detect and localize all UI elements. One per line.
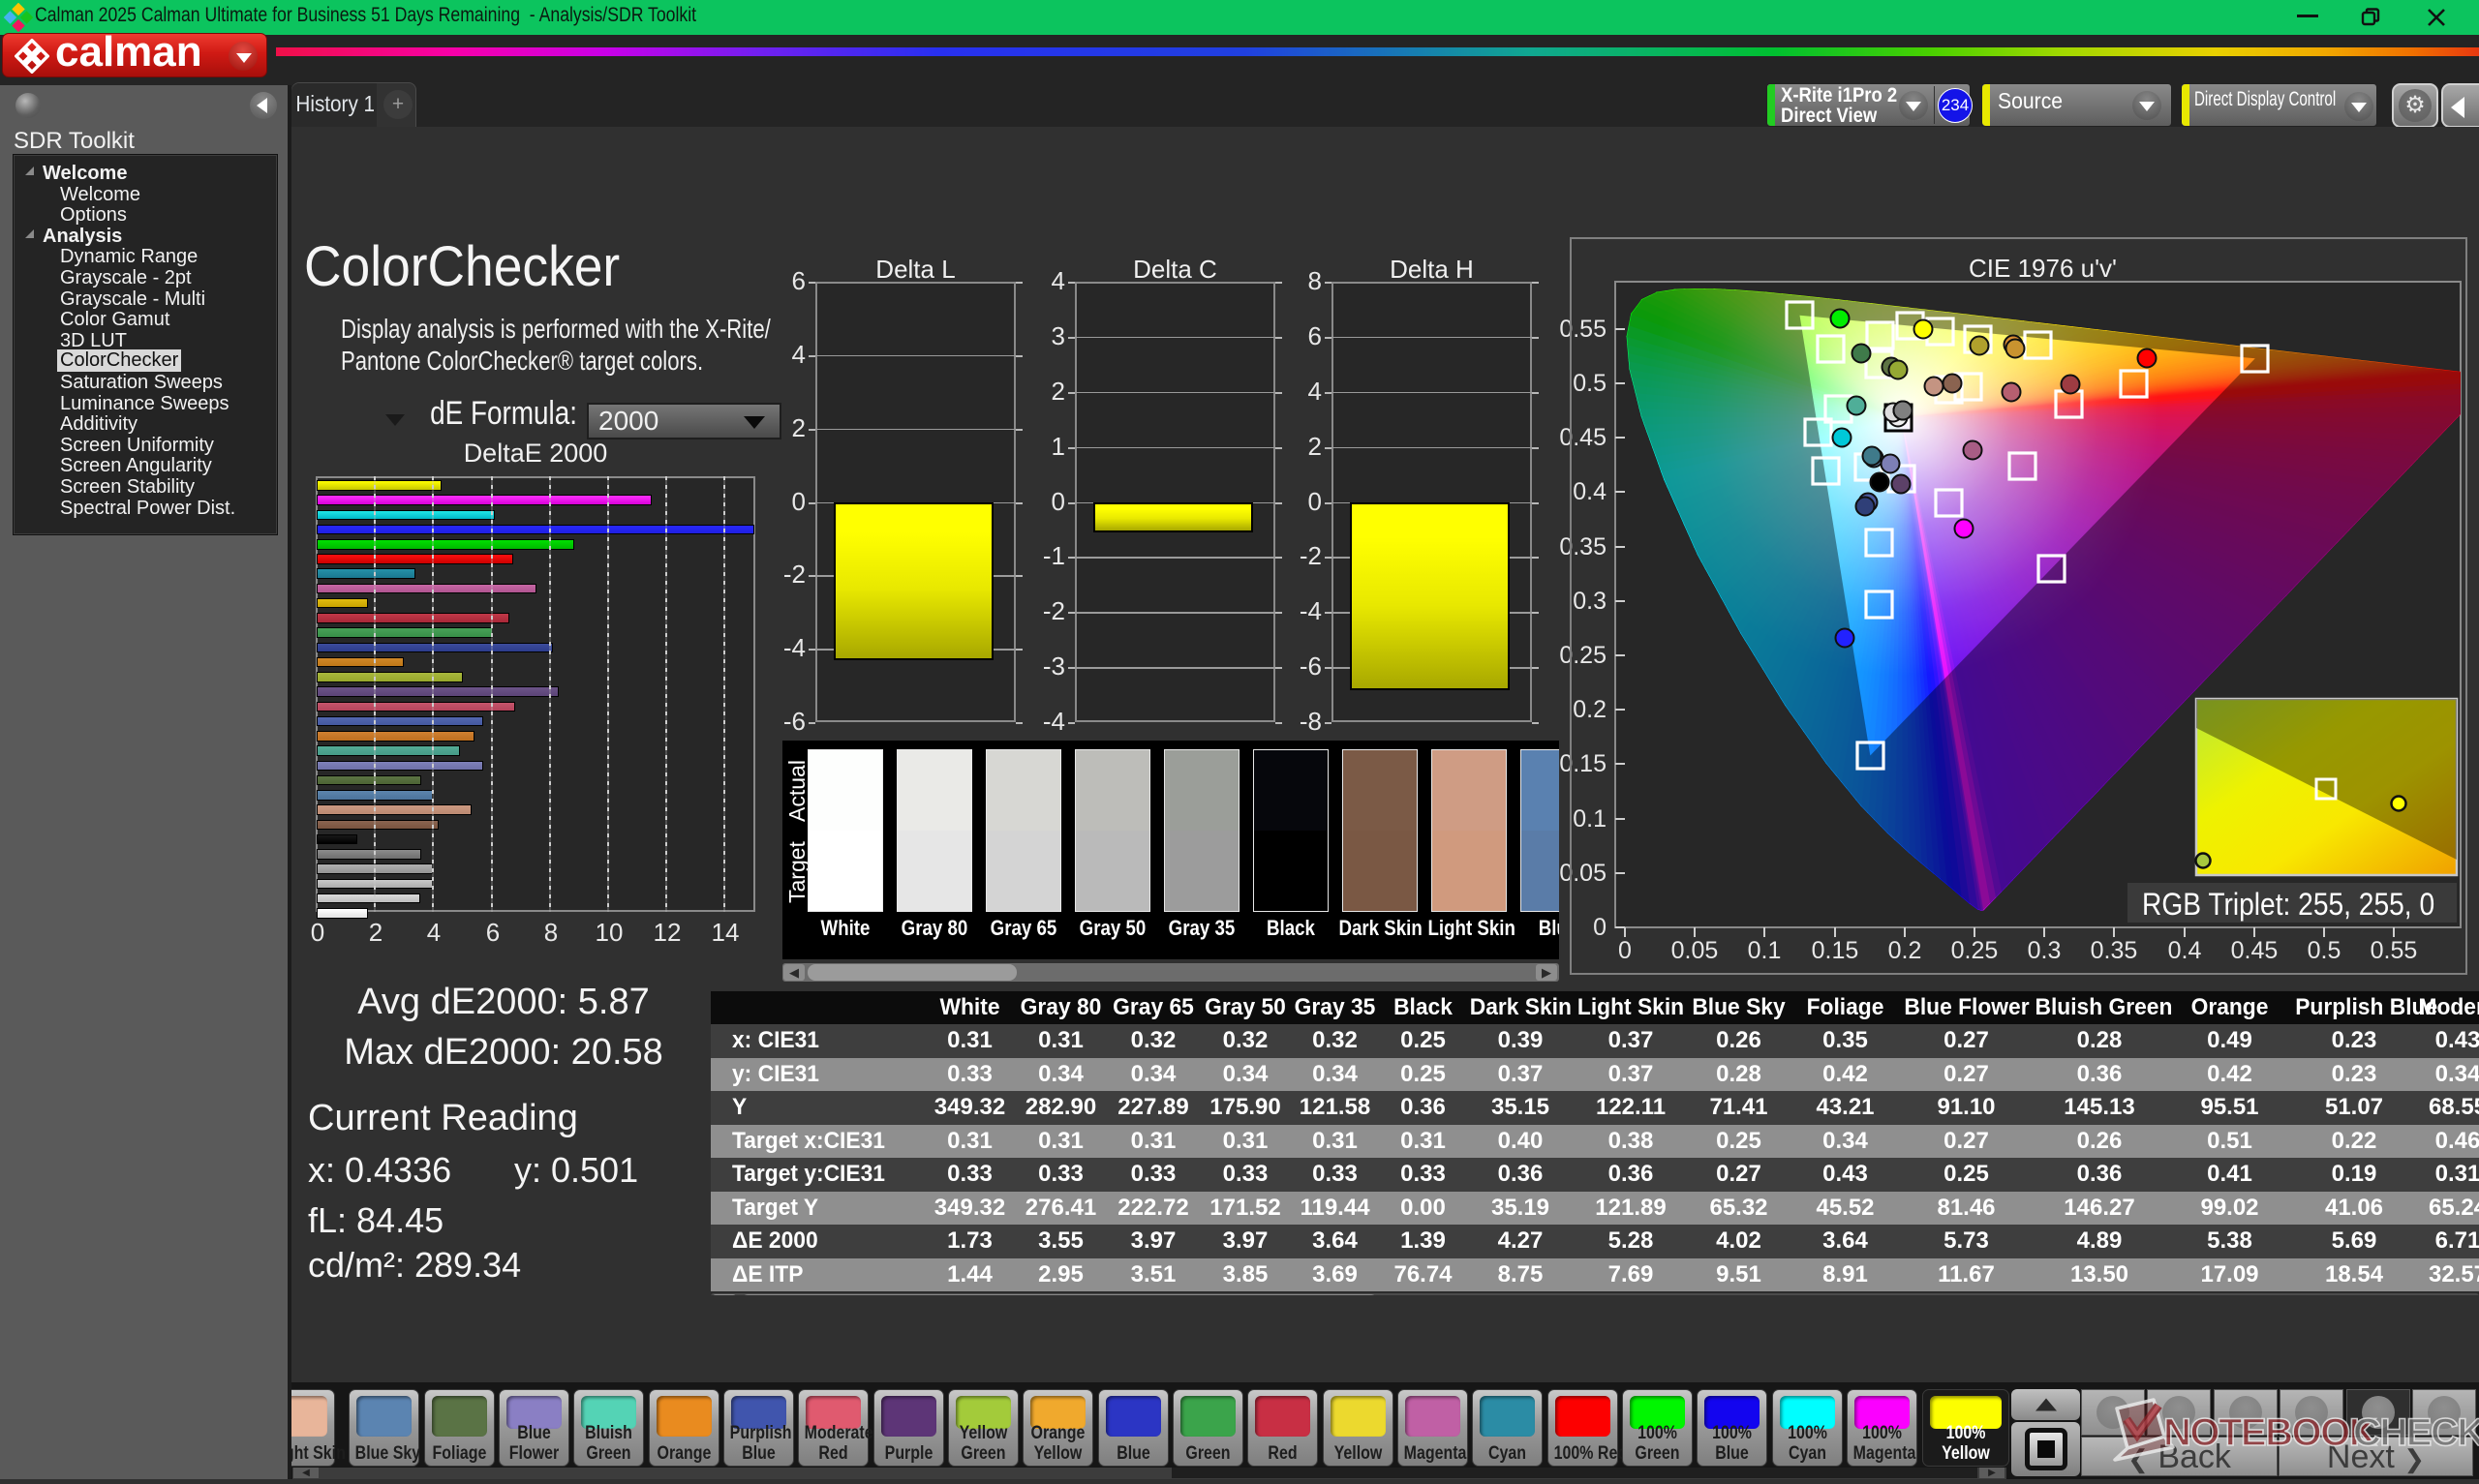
svg-text:NOTEBOOK: NOTEBOOK	[2163, 1411, 2377, 1454]
svg-text:CHECK: CHECK	[2353, 1411, 2479, 1454]
